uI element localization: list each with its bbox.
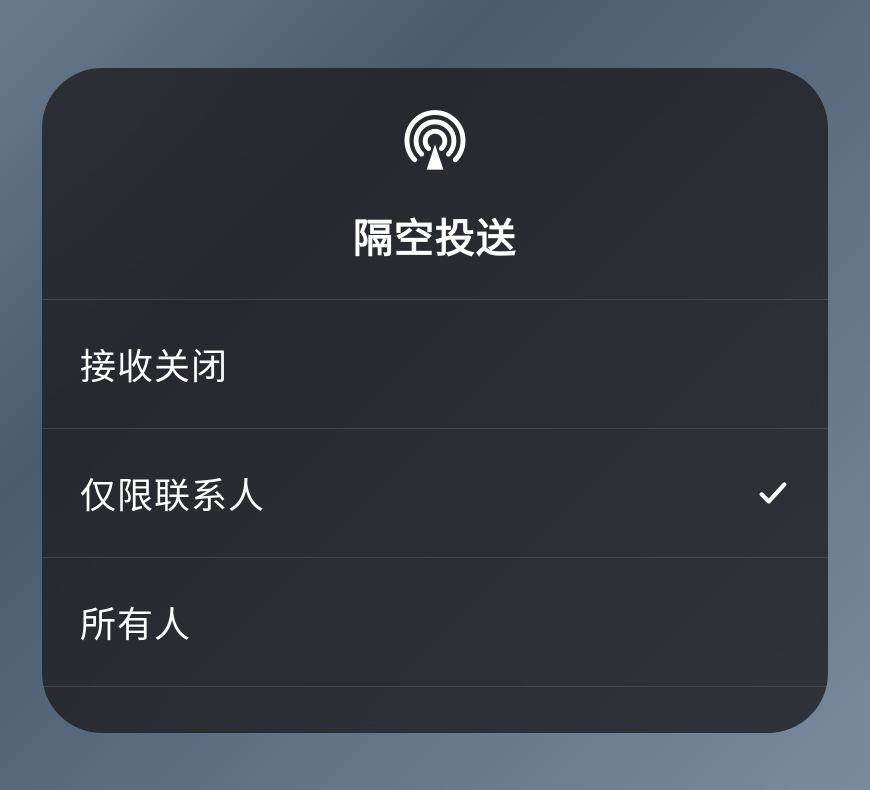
- option-label: 仅限联系人: [80, 467, 265, 519]
- checkmark-icon: [756, 476, 790, 510]
- option-everyone[interactable]: 所有人: [42, 558, 828, 687]
- option-contacts-only[interactable]: 仅限联系人: [42, 429, 828, 558]
- airdrop-settings-panel: 隔空投送 接收关闭 仅限联系人 所有人: [42, 68, 828, 733]
- panel-header: 隔空投送: [42, 68, 828, 300]
- option-label: 接收关闭: [80, 338, 228, 390]
- option-label: 所有人: [80, 596, 191, 648]
- option-receiving-off[interactable]: 接收关闭: [42, 300, 828, 429]
- panel-title: 隔空投送: [353, 206, 517, 264]
- airdrop-icon: [400, 108, 470, 178]
